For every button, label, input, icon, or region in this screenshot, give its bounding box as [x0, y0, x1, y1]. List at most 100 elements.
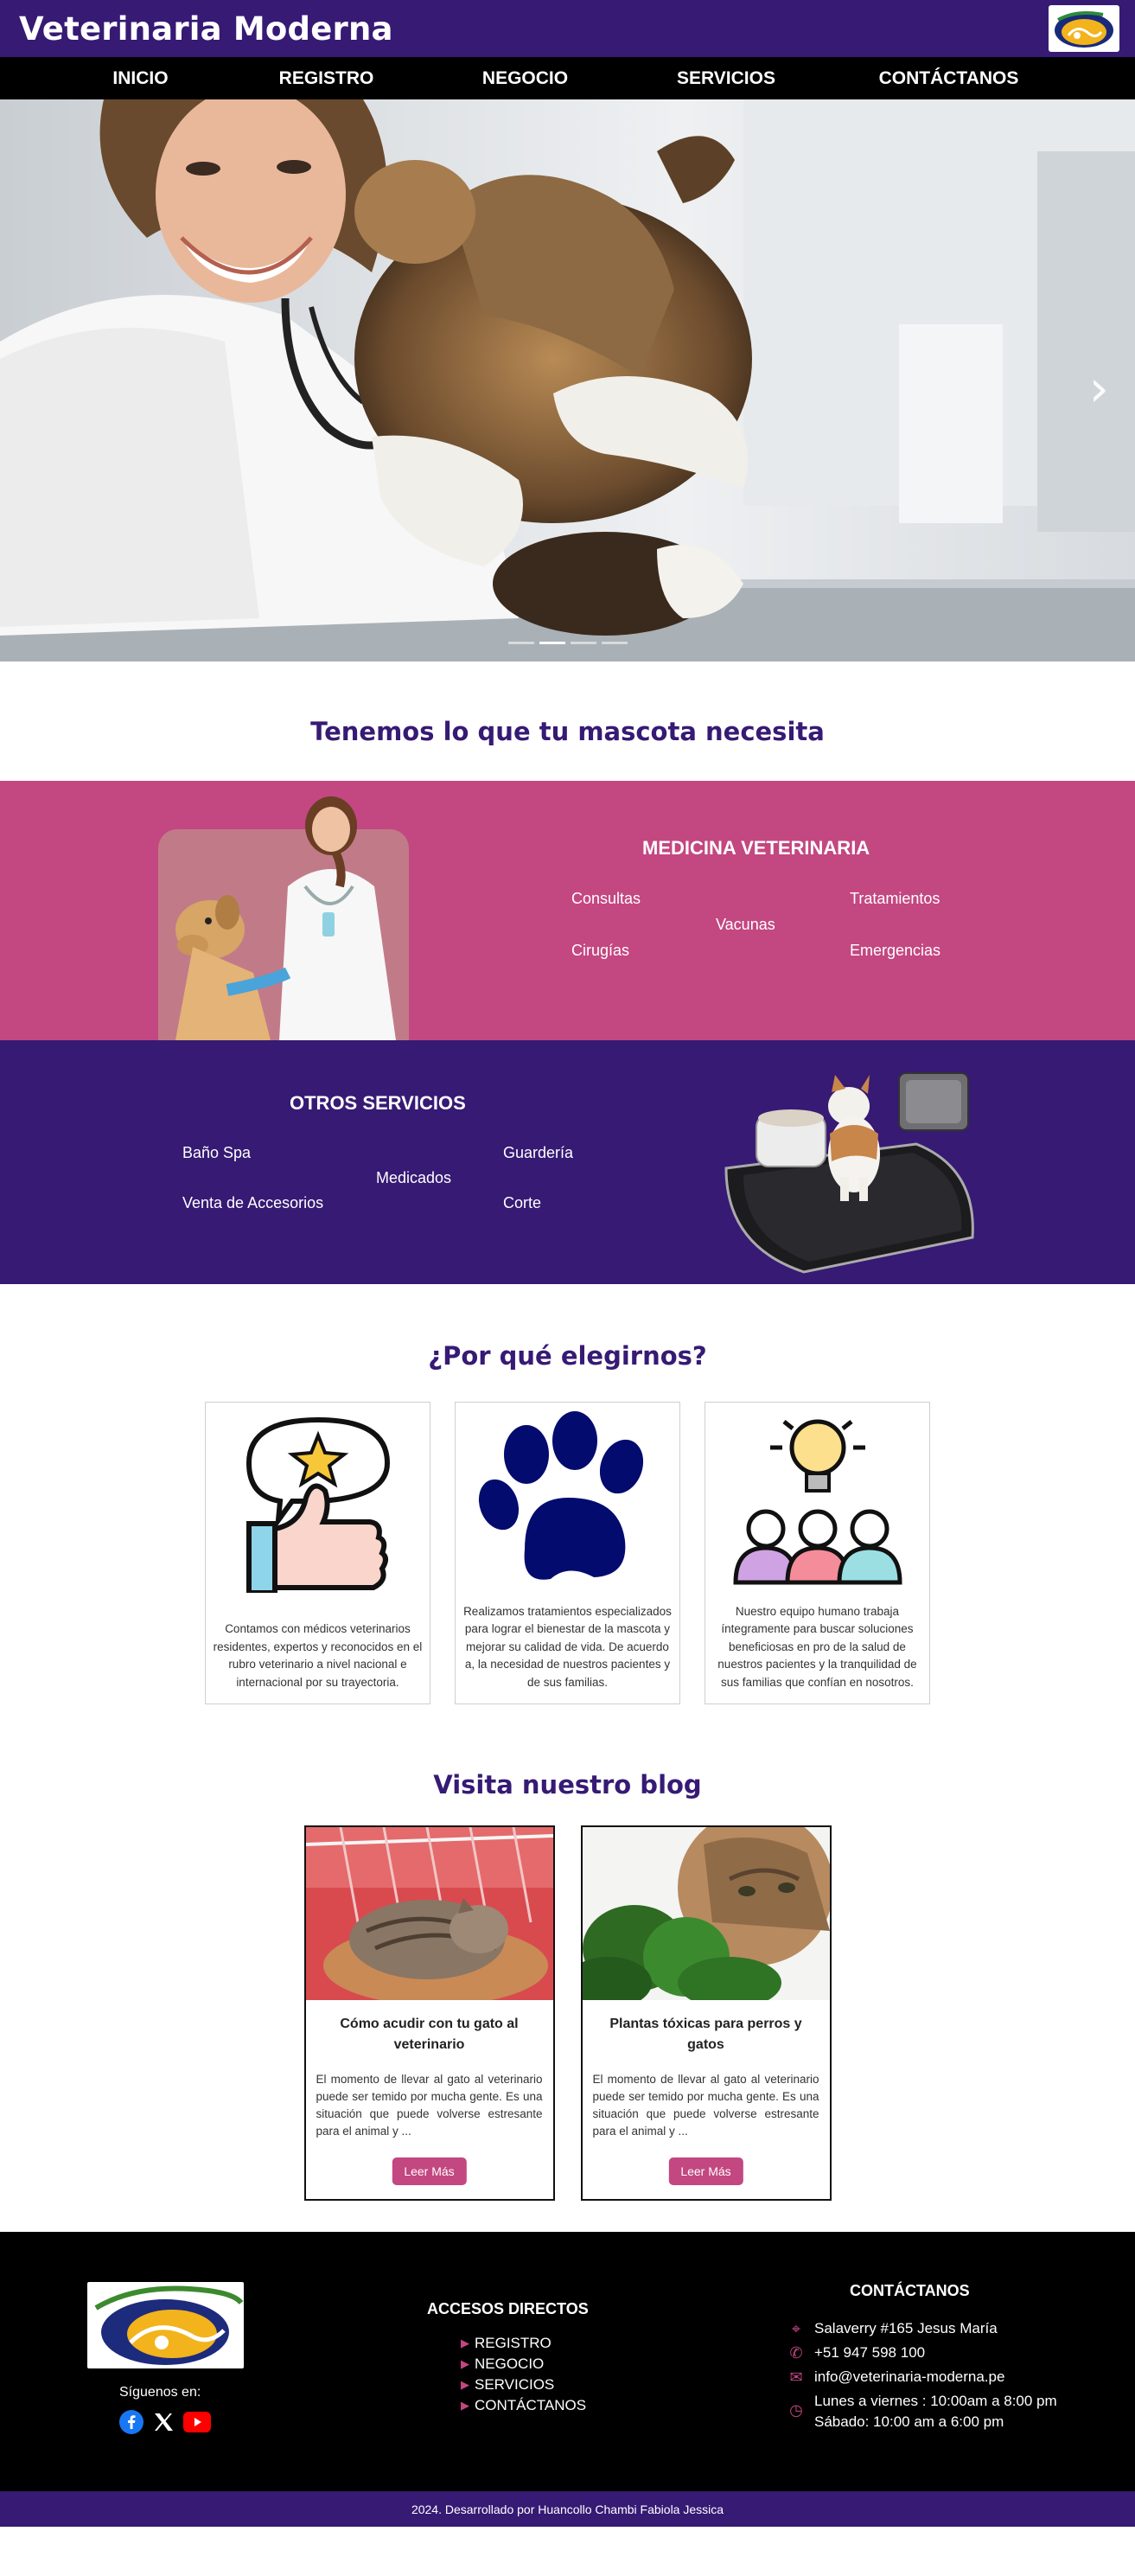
phone-icon: ✆ [789, 2344, 803, 2362]
medicina-section: MEDICINA VETERINARIA Consultas Tratamien… [0, 781, 1135, 1040]
why-card-text: Realizamos tratamientos especializados p… [463, 1604, 672, 1689]
footer-link-contactanos[interactable]: ▶ CONTÁCTANOS [461, 2397, 586, 2414]
cat-litter-mat-image [724, 1072, 974, 1274]
site-header: Veterinaria Moderna INICIO REGISTRO NEGO… [0, 0, 1135, 99]
blog-image-cat-sleeping[interactable] [305, 1827, 553, 2000]
medicina-item-emergencias: Emergencias [850, 942, 941, 959]
blog-post-title[interactable]: Cómo acudir con tu gato al veterinario [306, 2000, 553, 2055]
team-idea-icon [732, 1419, 902, 1585]
why-cards: Contamos con médicos veterinarios reside… [0, 1402, 1135, 1704]
address-text: Salaverry #165 Jesus María [814, 2320, 998, 2336]
blog-title: Visita nuestro blog [433, 1770, 702, 1799]
carousel-indicators [508, 642, 628, 644]
facebook-icon[interactable] [119, 2410, 143, 2434]
clock-icon: ◷ [789, 2401, 803, 2419]
footer-contact-title: CONTÁCTANOS [850, 2282, 970, 2299]
blog-post-excerpt: El momento de llevar al gato al veterina… [316, 2073, 543, 2138]
carousel-next-icon[interactable]: › [1089, 359, 1109, 418]
top-bar: Veterinaria Moderna [0, 0, 1135, 57]
read-more-button[interactable]: Leer Más [668, 2157, 743, 2185]
site-footer: Síguenos en: ACCESOS DIRECTOS ▶ REGISTRO … [0, 2232, 1135, 2491]
otros-item-corte: Corte [503, 1194, 542, 1211]
why-card-text: Contamos con médicos veterinarios reside… [213, 1622, 423, 1689]
logo[interactable] [1049, 5, 1119, 52]
email-text[interactable]: info@veterinaria-moderna.pe [814, 2367, 1004, 2387]
footer-link-label[interactable]: CONTÁCTANOS [475, 2397, 586, 2414]
caret-right-icon: ▶ [461, 2399, 469, 2412]
medicina-item-consultas: Consultas [571, 890, 641, 907]
phone-text[interactable]: +51 947 598 100 [814, 2343, 925, 2363]
why-card: Contamos con médicos veterinarios reside… [205, 1402, 430, 1704]
why-card-text: Nuestro equipo humano trabaja íntegramen… [717, 1604, 917, 1689]
medicina-item-cirugias: Cirugías [571, 942, 630, 959]
otros-servicios-section: OTROS SERVICIOS Baño Spa Guardería Medic… [0, 1040, 1135, 1284]
caret-right-icon: ▶ [461, 2378, 469, 2391]
thumbs-up-star-icon [245, 1416, 390, 1593]
nav-negocio[interactable]: NEGOCIO [441, 68, 609, 89]
footer-link-label[interactable]: SERVICIOS [475, 2376, 554, 2394]
blog-image-cat-plant[interactable] [582, 1827, 830, 2000]
otros-item-accesorios: Venta de Accesorios [182, 1194, 324, 1211]
carousel-indicator[interactable] [571, 642, 596, 644]
footer-link-servicios[interactable]: ▶ SERVICIOS [461, 2376, 554, 2394]
paw-icon [478, 1411, 643, 1580]
hero-vet-dog-image [0, 99, 1135, 662]
carousel-indicator[interactable] [602, 642, 628, 644]
footer-hours: ◷ Lunes a viernes : 10:00am a 8:00 pm Sába… [787, 2391, 1057, 2432]
otros-item-bano-spa: Baño Spa [182, 1144, 252, 1161]
why-title: ¿Por qué elegirnos? [428, 1341, 707, 1371]
social-links [119, 2410, 211, 2434]
hero-carousel[interactable]: › [0, 99, 1135, 662]
youtube-icon[interactable] [183, 2412, 211, 2432]
carousel-indicator-active[interactable] [539, 642, 565, 644]
nav-inicio[interactable]: INICIO [69, 68, 212, 89]
why-card: Realizamos tratamientos especializados p… [455, 1402, 680, 1704]
medicina-item-vacunas: Vacunas [716, 916, 775, 933]
logo-emblem-icon [1055, 11, 1113, 48]
carousel-indicator[interactable] [508, 642, 534, 644]
envelope-icon: ✉ [789, 2368, 803, 2386]
medicina-title: MEDICINA VETERINARIA [642, 837, 870, 859]
cat-sleeping-image [305, 1827, 553, 2000]
read-more-button[interactable]: Leer Más [392, 2157, 467, 2185]
otros-item-medicados: Medicados [376, 1169, 452, 1186]
footer-link-label[interactable]: REGISTRO [475, 2335, 552, 2352]
footer-link-registro[interactable]: ▶ REGISTRO [461, 2335, 552, 2352]
footer-links-title: ACCESOS DIRECTOS [427, 2300, 589, 2317]
follow-us-label: Síguenos en: [119, 2385, 201, 2400]
main-nav: INICIO REGISTRO NEGOCIO SERVICIOS CONTÁC… [0, 57, 1135, 99]
blog-post-excerpt: El momento de llevar al gato al veterina… [592, 2073, 819, 2138]
location-pin-icon: ⌖ [791, 2320, 801, 2337]
footer-email[interactable]: ✉ info@veterinaria-moderna.pe [787, 2367, 1004, 2387]
brand-title[interactable]: Veterinaria Moderna [19, 10, 393, 48]
blog-card: Plantas tóxicas para perros y gatos El m… [580, 1825, 832, 2201]
footer-address: ⌖ Salaverry #165 Jesus María [787, 2318, 998, 2339]
intro-section: Tenemos lo que tu mascota necesita [0, 662, 1135, 781]
footer-link-label[interactable]: NEGOCIO [475, 2355, 544, 2373]
otros-item-guarderia: Guardería [503, 1144, 574, 1161]
x-icon[interactable] [152, 2411, 175, 2433]
vet-with-dog-illustration [175, 796, 396, 1040]
hours-weekday-text: Lunes a viernes : 10:00am a 8:00 pm [814, 2393, 1057, 2409]
hours-saturday-text: Sábado: 10:00 am a 6:00 pm [814, 2413, 1004, 2430]
medicina-item-tratamientos: Tratamientos [850, 890, 941, 907]
footer-phone[interactable]: ✆ +51 947 598 100 [787, 2343, 925, 2363]
footer-logo-emblem-icon [94, 2285, 244, 2365]
blog-section: Visita nuestro blog Cómo acudir con tu g… [0, 1744, 1135, 2232]
why-section: ¿Por qué elegirnos? Contamos con médicos… [0, 1284, 1135, 1744]
blog-card: Cómo acudir con tu gato al veterinario E… [303, 1825, 555, 2201]
nav-servicios[interactable]: SERVICIOS [609, 68, 843, 89]
cat-plant-image [582, 1827, 830, 2000]
caret-right-icon: ▶ [461, 2357, 469, 2370]
blog-cards: Cómo acudir con tu gato al veterinario E… [0, 1825, 1135, 2201]
vet-with-dog-image [158, 796, 409, 1040]
nav-registro[interactable]: REGISTRO [212, 68, 441, 89]
footer-link-negocio[interactable]: ▶ NEGOCIO [461, 2355, 544, 2373]
copyright-bar: 2024. Desarrollado por Huancollo Chambi … [0, 2491, 1135, 2527]
nav-contactanos[interactable]: CONTÁCTANOS [843, 68, 1055, 89]
copyright-text: 2024. Desarrollado por Huancollo Chambi … [411, 2502, 724, 2516]
footer-logo[interactable] [87, 2282, 244, 2368]
otros-title: OTROS SERVICIOS [290, 1092, 466, 1114]
intro-title: Tenemos lo que tu mascota necesita [310, 717, 825, 746]
blog-post-title[interactable]: Plantas tóxicas para perros y gatos [583, 2000, 830, 2055]
